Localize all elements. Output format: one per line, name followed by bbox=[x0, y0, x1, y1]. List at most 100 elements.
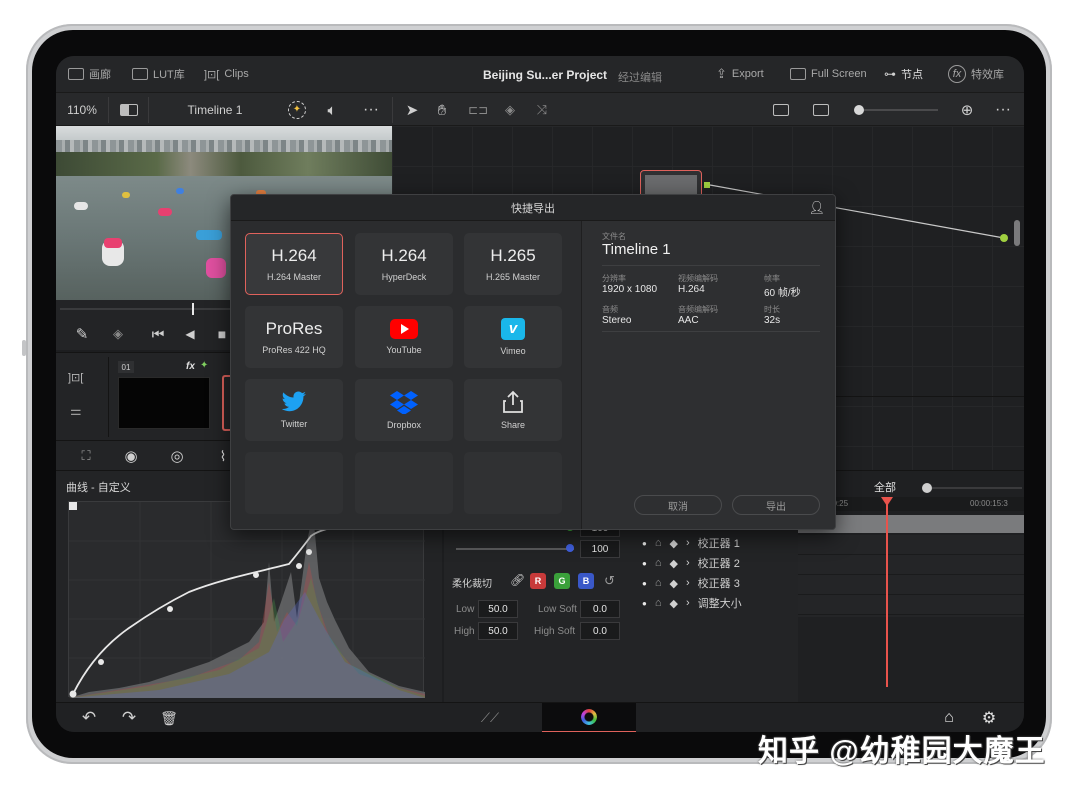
preset-twitter[interactable]: Twitter bbox=[245, 379, 343, 441]
viewer-mode-button[interactable] bbox=[116, 93, 142, 127]
preset-h265-master[interactable]: H.265 H.265 Master bbox=[464, 233, 562, 295]
visibility-dot-icon[interactable]: ● bbox=[642, 579, 647, 588]
preset-dropbox[interactable]: Dropbox bbox=[355, 379, 453, 441]
green-channel-chip[interactable]: G bbox=[554, 573, 570, 589]
clips-icon[interactable]: ]⊡[ bbox=[68, 371, 83, 384]
nodes-button[interactable]: ⊶ 节点 bbox=[884, 56, 923, 92]
link-icon[interactable]: 🔗︎ bbox=[510, 573, 525, 587]
camera-raw-tab[interactable]: ⛶ bbox=[72, 441, 100, 471]
preset-vimeo[interactable]: v Vimeo bbox=[464, 306, 562, 368]
layer-row[interactable]: ● ⌂ ◆ › 校正器 3 bbox=[642, 573, 740, 593]
gallery-tab[interactable]: 画廊 bbox=[68, 56, 111, 92]
export-confirm-button[interactable]: 导出 bbox=[732, 495, 820, 515]
layer-row[interactable]: ● ⌂ ◆ › 校正器 1 bbox=[642, 533, 740, 553]
low-soft-value[interactable]: 0.0 bbox=[580, 600, 620, 618]
visibility-dot-icon[interactable]: ● bbox=[642, 559, 647, 568]
settings-sliders-icon[interactable]: ⚌ bbox=[70, 403, 82, 419]
keyframe-diamond-icon[interactable]: ◆ bbox=[670, 557, 678, 570]
lut-tab[interactable]: LUT库 bbox=[132, 56, 185, 92]
timeline-zoom-handle[interactable] bbox=[922, 483, 932, 493]
boat bbox=[104, 238, 122, 248]
undo-button[interactable]: ↶ bbox=[76, 703, 102, 732]
blue-slider-track[interactable] bbox=[456, 548, 574, 550]
cut-page-button[interactable]: ⟋⟋ bbox=[472, 703, 508, 732]
node-layout-tool[interactable]: ⊏⊐ bbox=[464, 93, 492, 127]
more-button[interactable]: ··· bbox=[356, 93, 386, 127]
playhead-handle[interactable] bbox=[881, 497, 893, 506]
node-scrollbar[interactable] bbox=[1014, 220, 1020, 246]
redo-button[interactable]: ↷ bbox=[116, 703, 142, 732]
pointer-tool[interactable]: ➤ bbox=[398, 93, 426, 127]
preset-share[interactable]: Share bbox=[464, 379, 562, 441]
image-view-button[interactable] bbox=[766, 93, 796, 127]
audio-button[interactable]: 🔈︎ bbox=[318, 93, 346, 127]
add-node-button[interactable]: ⊕ bbox=[954, 93, 980, 127]
lock-icon[interactable]: ⌂ bbox=[655, 557, 662, 569]
zoom-fit-button[interactable] bbox=[806, 93, 836, 127]
high-soft-value[interactable]: 0.0 bbox=[580, 622, 620, 640]
cancel-button[interactable]: 取消 bbox=[634, 495, 722, 515]
playhead[interactable] bbox=[886, 497, 888, 687]
lock-icon[interactable]: ⌂ bbox=[655, 577, 662, 589]
export-button[interactable]: ⇪ Export bbox=[716, 56, 764, 92]
layers-button[interactable]: ◈ bbox=[106, 318, 130, 350]
visibility-dot-icon[interactable]: ● bbox=[642, 599, 647, 608]
layer-row[interactable]: ● ⌂ ◆ › 校正器 2 bbox=[642, 553, 740, 573]
zoom-select[interactable]: 110% bbox=[62, 93, 102, 127]
clips-tab[interactable]: ]⊡[ Clips bbox=[204, 56, 249, 92]
magic-mask-button[interactable]: ✦ bbox=[282, 93, 312, 127]
clip-thumbnail[interactable] bbox=[118, 377, 210, 429]
output-node[interactable] bbox=[1000, 234, 1008, 242]
expand-chevron-icon[interactable]: › bbox=[686, 597, 690, 609]
lock-icon[interactable]: ⌂ bbox=[655, 597, 662, 609]
skip-back-button[interactable]: ⏮︎ bbox=[146, 318, 170, 350]
color-page-button[interactable] bbox=[542, 703, 636, 732]
reset-icon[interactable]: ↺ bbox=[604, 573, 615, 589]
preset-hyperdeck[interactable]: H.264 HyperDeck bbox=[355, 233, 453, 295]
hand-tool[interactable]: ✋︎ bbox=[428, 93, 456, 127]
low-value[interactable]: 50.0 bbox=[478, 600, 518, 618]
curve-plot[interactable] bbox=[67, 500, 425, 698]
curve-graph[interactable] bbox=[67, 500, 425, 698]
watermark: 知乎 @幼稚园大魔王 bbox=[758, 735, 1046, 768]
hdr-tab[interactable]: ◎ bbox=[164, 441, 190, 471]
shuffle-tool[interactable]: ⤨ bbox=[528, 93, 556, 127]
keyframe-diamond-icon[interactable]: ◆ bbox=[670, 597, 678, 610]
scrub-playhead[interactable] bbox=[192, 303, 194, 315]
lock-icon[interactable]: ⌂ bbox=[655, 537, 662, 549]
visibility-dot-icon[interactable]: ● bbox=[642, 539, 647, 548]
fullscreen-button[interactable]: Full Screen bbox=[790, 56, 867, 92]
zoom-fit-icon bbox=[813, 104, 829, 116]
expand-chevron-icon[interactable]: › bbox=[686, 537, 690, 549]
timeline-select[interactable]: Timeline 1 bbox=[160, 93, 270, 127]
stop-button[interactable]: ■ bbox=[212, 318, 232, 350]
boat bbox=[74, 202, 88, 210]
youtube-icon bbox=[390, 319, 418, 339]
keyframe-filter[interactable]: 全部 bbox=[874, 479, 896, 495]
layer-row[interactable]: ● ⌂ ◆ › 调整大小 bbox=[642, 593, 742, 613]
expand-chevron-icon[interactable]: › bbox=[686, 557, 690, 569]
red-channel-chip[interactable]: R bbox=[530, 573, 546, 589]
filename-value[interactable]: Timeline 1 bbox=[602, 241, 671, 258]
preset-youtube[interactable]: YouTube bbox=[355, 306, 453, 368]
play-reverse-button[interactable]: ◀ bbox=[180, 318, 200, 350]
blue-value[interactable]: 100 bbox=[580, 540, 620, 558]
blue-channel-chip[interactable]: B bbox=[578, 573, 594, 589]
blue-slider-handle[interactable] bbox=[566, 544, 574, 552]
preset-prores[interactable]: ProRes ProRes 422 HQ bbox=[245, 306, 343, 368]
effects-button[interactable]: fx 特效库 bbox=[948, 56, 1004, 92]
node-more-button[interactable]: ··· bbox=[988, 93, 1018, 127]
timeline-zoom-slider[interactable] bbox=[932, 487, 1022, 489]
color-picker-button[interactable]: ✎ bbox=[70, 318, 94, 350]
layers-tool[interactable]: ◈ bbox=[496, 93, 524, 127]
preset-h264-master[interactable]: H.264 H.264 Master bbox=[245, 233, 343, 295]
node-zoom-slider[interactable] bbox=[856, 109, 938, 111]
keyframe-diamond-icon[interactable]: ◆ bbox=[670, 537, 678, 550]
user-settings-icon[interactable]: 👤︎ bbox=[808, 200, 825, 216]
expand-chevron-icon[interactable]: › bbox=[686, 577, 690, 589]
color-wheels-tab[interactable]: ◉ bbox=[118, 441, 144, 471]
high-value[interactable]: 50.0 bbox=[478, 622, 518, 640]
delete-button[interactable]: 🗑︎ bbox=[156, 703, 182, 732]
node-zoom-handle[interactable] bbox=[854, 105, 864, 115]
keyframe-diamond-icon[interactable]: ◆ bbox=[670, 577, 678, 590]
